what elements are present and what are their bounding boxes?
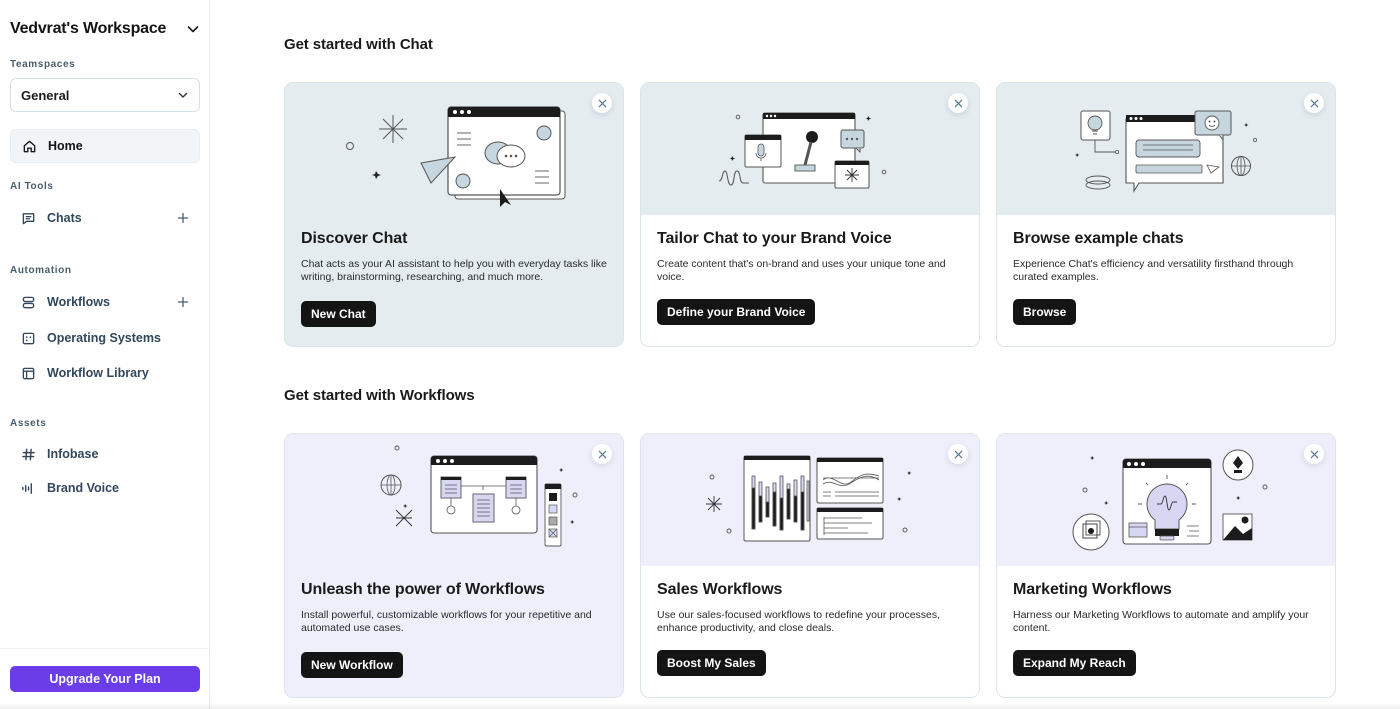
workspace-switcher[interactable]: Vedvrat's Workspace [10,18,200,40]
sidebar-item-chats[interactable]: Chats [10,201,200,235]
upgrade-plan-button[interactable]: Upgrade Your Plan [10,666,200,692]
sidebar-item-label: Operating Systems [47,331,161,345]
card-description: Harness our Marketing Workflows to autom… [1013,609,1309,634]
sidebar-item-label: Brand Voice [47,481,120,495]
close-card-button[interactable] [948,93,968,113]
close-icon [1310,450,1318,458]
home-icon [21,138,37,154]
marketing-workflows-illustration [997,434,1335,566]
sound-wave-icon [20,480,36,496]
chat-bubble-icon [20,210,36,226]
sidebar-item-operating-systems[interactable]: Operating Systems [10,321,200,355]
sidebar-divider [0,648,210,649]
marketing-workflows-card: Marketing Workflows Harness our Marketin… [996,433,1336,698]
automation-label: Automation [10,265,72,276]
unleash-workflows-illustration [285,434,623,566]
close-card-button[interactable] [592,93,612,113]
card-title: Sales Workflows [657,581,783,598]
card-title: Browse example chats [1013,230,1184,247]
discover-chat-card: Discover Chat Chat acts as your AI assis… [284,82,624,347]
sidebar-item-workflows[interactable]: Workflows [10,285,200,319]
workflows-section-title: Get started with Workflows [284,387,475,404]
sidebar-item-workflow-library[interactable]: Workflow Library [10,356,200,390]
new-chat-button[interactable]: New Chat [301,301,376,327]
teamspace-select[interactable]: General [10,78,200,112]
discover-chat-illustration [285,83,623,215]
hash-icon [20,446,36,462]
main-content: Get started with Chat Discover Chat Chat… [211,0,1400,709]
add-workflow-icon[interactable] [176,295,190,309]
card-description: Chat acts as your AI assistant to help y… [301,258,607,283]
close-card-button[interactable] [948,444,968,464]
close-card-button[interactable] [1304,444,1324,464]
chat-section-title: Get started with Chat [284,36,433,53]
browse-chats-illustration [997,83,1335,215]
boost-my-sales-button[interactable]: Boost My Sales [657,650,766,676]
sales-workflows-card: Sales Workflows Use our sales-focused wo… [640,433,980,698]
assets-label: Assets [10,418,47,429]
card-description: Install powerful, customizable workflows… [301,609,592,634]
sidebar-item-label: Workflow Library [47,366,149,380]
card-description: Experience Chat's efficiency and versati… [1013,258,1294,283]
chevron-down-icon [187,26,199,33]
close-card-button[interactable] [592,444,612,464]
sidebar-item-brand-voice[interactable]: Brand Voice [10,471,200,505]
close-icon [598,450,606,458]
close-icon [954,450,962,458]
card-title: Discover Chat [301,230,408,247]
brand-voice-card: Tailor Chat to your Brand Voice Create c… [640,82,980,347]
card-title: Marketing Workflows [1013,581,1172,598]
chevron-down-icon [178,92,188,98]
sales-workflows-illustration [641,434,979,566]
card-description: Create content that's on-brand and uses … [657,258,946,283]
sidebar-item-home[interactable]: Home [10,129,200,163]
sidebar-item-label: Workflows [47,295,110,309]
close-icon [1310,99,1318,107]
expand-my-reach-button[interactable]: Expand My Reach [1013,650,1136,676]
operating-systems-icon [20,330,36,346]
close-icon [598,99,606,107]
teamspace-selected-value: General [21,87,70,103]
brand-voice-illustration [641,83,979,215]
ai-tools-label: AI Tools [10,181,54,192]
unleash-workflows-card: Unleash the power of Workflows Install p… [284,433,624,698]
close-card-button[interactable] [1304,93,1324,113]
sidebar-item-infobase[interactable]: Infobase [10,437,200,471]
card-description: Use our sales-focused workflows to redef… [657,609,941,634]
add-chat-icon[interactable] [176,211,190,225]
teamspaces-label: Teamspaces [10,59,76,70]
card-title: Unleash the power of Workflows [301,581,545,598]
sidebar: Vedvrat's Workspace Teamspaces General H… [0,0,210,709]
sidebar-item-label: Infobase [47,447,99,461]
card-title: Tailor Chat to your Brand Voice [657,230,892,247]
new-workflow-button[interactable]: New Workflow [301,652,403,678]
workspace-title: Vedvrat's Workspace [10,20,167,37]
browse-button[interactable]: Browse [1013,299,1077,325]
browse-example-chats-card: Browse example chats Experience Chat's e… [996,82,1336,347]
define-brand-voice-button[interactable]: Define your Brand Voice [657,299,816,325]
library-layout-icon [20,365,36,381]
close-icon [954,99,962,107]
workflows-icon [20,294,36,310]
sidebar-item-label: Chats [47,211,82,225]
sidebar-item-label: Home [48,139,83,153]
